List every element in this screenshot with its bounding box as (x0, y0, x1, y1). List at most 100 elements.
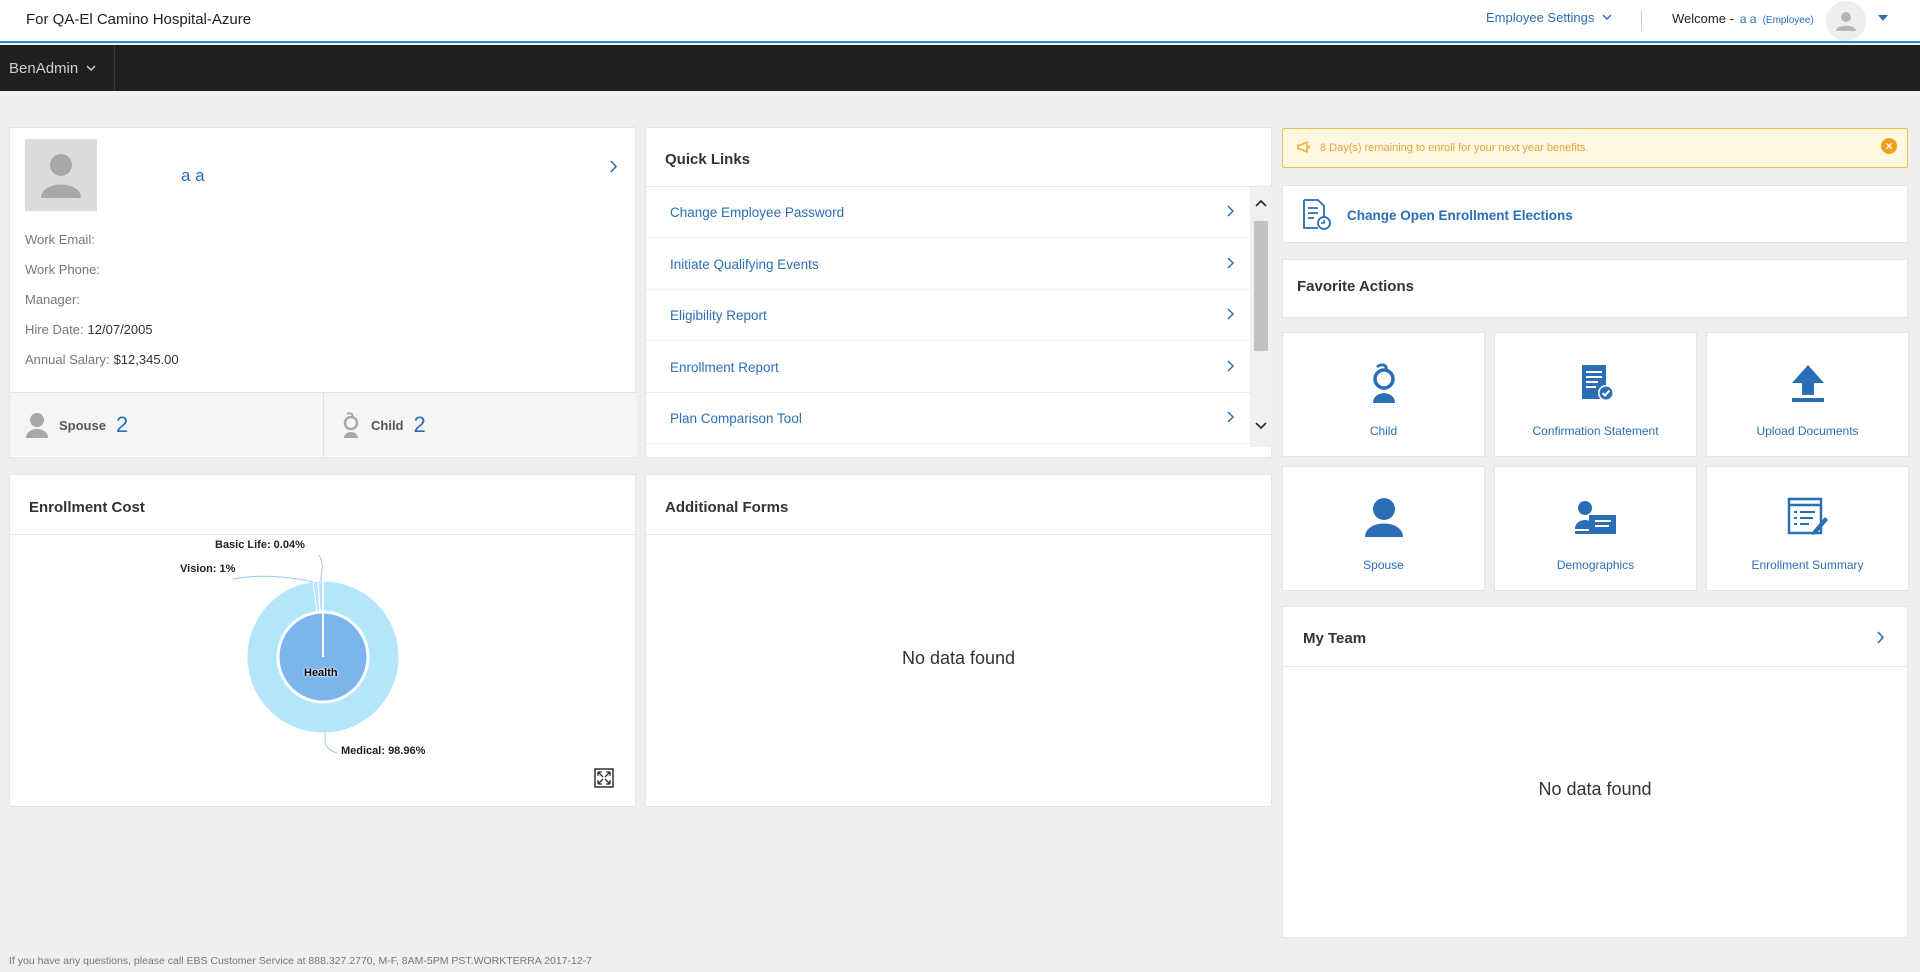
tile-label: Demographics (1556, 558, 1635, 572)
confirmation-statement-icon (1495, 363, 1696, 403)
no-data-message: No data found (901, 648, 1016, 668)
quick-link-item[interactable]: Enrollment Report (646, 342, 1250, 393)
person-icon (1836, 12, 1856, 31)
connector-medical (324, 732, 338, 754)
field-label: Annual Salary: (25, 352, 110, 367)
field-label: Work Email: (25, 232, 95, 247)
field-value: 12/07/2005 (87, 322, 153, 337)
welcome-label: Welcome - (1672, 11, 1734, 26)
divider (323, 393, 324, 457)
work-phone-field: Work Phone: (25, 262, 104, 277)
quick-link-item[interactable]: Initiate Qualifying Events (646, 239, 1250, 290)
profile-name: a a (181, 166, 205, 185)
fullscreen-icon[interactable] (594, 768, 614, 788)
enrollment-cost-header: Enrollment Cost (10, 475, 635, 535)
chart-label-health: Health (304, 667, 338, 679)
favorite-child-tile[interactable]: Child (1282, 332, 1485, 457)
quick-link-label: Change Employee Password (670, 204, 845, 220)
favorite-demographics-tile[interactable]: Demographics (1494, 466, 1697, 591)
chevron-right-icon (1227, 411, 1234, 423)
dependent-spouse[interactable]: Spouse 2 (25, 393, 128, 457)
welcome-text: Welcome - a a (Employee) (1672, 11, 1814, 26)
field-label: Work Phone: (25, 262, 100, 277)
my-team-title: My Team (1303, 630, 1367, 647)
favorite-spouse-tile[interactable]: Spouse (1282, 466, 1485, 591)
work-email-field: Work Email: (25, 232, 99, 247)
dependent-label: Spouse (59, 417, 106, 433)
benadmin-menu[interactable]: BenAdmin (0, 45, 115, 91)
additional-forms-card: Additional Forms No data found (645, 474, 1272, 807)
no-data-message: No data found (1538, 779, 1652, 799)
quick-link-label: Initiate Qualifying Events (670, 256, 819, 272)
chevron-right-icon (1227, 360, 1234, 372)
dependent-count: 2 (413, 412, 426, 437)
favorite-upload-documents-tile[interactable]: Upload Documents (1706, 332, 1909, 457)
enrollment-alert: 8 Day(s) remaining to enroll for your ne… (1282, 128, 1908, 168)
quick-links-scrollbar[interactable] (1250, 187, 1272, 447)
tile-label: Upload Documents (1756, 424, 1859, 438)
chevron-down-icon (86, 64, 96, 71)
user-role: (Employee) (1762, 15, 1814, 26)
quick-link-label: Enrollment Report (670, 359, 779, 375)
chevron-down-icon (1602, 14, 1612, 21)
favorite-confirmation-statement-tile[interactable]: Confirmation Statement (1494, 332, 1697, 457)
chevron-right-icon[interactable] (610, 160, 618, 173)
child-icon (1283, 363, 1484, 403)
field-value: $12,345.00 (113, 352, 179, 367)
spouse-icon (26, 413, 48, 438)
my-team-card: My Team No data found (1282, 606, 1908, 938)
divider (1641, 11, 1642, 31)
spouse-icon (1283, 497, 1484, 537)
quick-link-item[interactable]: Change Employee Password (646, 187, 1250, 238)
user-name: a a (1739, 12, 1757, 26)
open-enrollment-link[interactable]: Change Open Enrollment Elections (1347, 208, 1573, 223)
favorite-enrollment-summary-tile[interactable]: Enrollment Summary (1706, 466, 1909, 591)
employee-settings-menu[interactable]: Employee Settings (1486, 10, 1612, 25)
field-label: Manager: (25, 292, 80, 307)
enrollment-cost-title: Enrollment Cost (29, 499, 145, 516)
document-edit-icon (1303, 199, 1331, 230)
child-icon (343, 412, 359, 438)
footer-text: If you have any questions, please call E… (9, 955, 593, 967)
chart-label-medical: Medical: 98.96% (341, 745, 426, 757)
person-icon (41, 154, 81, 198)
quick-links-header: Quick Links (646, 128, 1271, 187)
employee-settings-label: Employee Settings (1486, 10, 1595, 25)
caret-down-icon[interactable] (1878, 15, 1888, 22)
chevron-right-icon (1227, 205, 1234, 217)
enrollment-cost-card: Enrollment Cost Basic Life: 0.04% Vision… (9, 474, 636, 807)
company-name: For QA-El Camino Hospital-Azure (26, 11, 252, 28)
tile-label: Enrollment Summary (1751, 558, 1864, 572)
connector-vision (232, 575, 314, 583)
my-team-header: My Team (1283, 607, 1907, 667)
quick-links-card: Quick Links Change Employee Password Ini… (645, 127, 1272, 458)
chart-label-basic-life: Basic Life: 0.04% (215, 539, 305, 551)
favorite-actions-header: Favorite Actions (1282, 259, 1908, 318)
chart-label-vision: Vision: 1% (180, 563, 236, 575)
annual-salary-field: Annual Salary: $12,345.00 (25, 352, 179, 367)
quick-link-item[interactable]: Eligibility Report (646, 290, 1250, 341)
close-icon[interactable]: × (1881, 138, 1897, 154)
profile-avatar (25, 139, 97, 211)
dependent-child[interactable]: Child 2 (341, 393, 426, 457)
field-label: Hire Date: (25, 322, 84, 337)
open-enrollment-card[interactable]: Change Open Enrollment Elections (1282, 185, 1908, 243)
top-bar: For QA-El Camino Hospital-Azure Employee… (0, 0, 1920, 43)
tile-label: Confirmation Statement (1532, 424, 1659, 438)
additional-forms-header: Additional Forms (646, 475, 1271, 535)
demographics-icon (1495, 497, 1696, 537)
connector-basic-life (318, 554, 323, 582)
additional-forms-title: Additional Forms (665, 499, 789, 516)
hire-date-field: Hire Date: 12/07/2005 (25, 322, 153, 337)
user-avatar[interactable] (1826, 1, 1866, 41)
scroll-down-icon[interactable] (1255, 422, 1267, 430)
chevron-right-icon (1227, 308, 1234, 320)
scroll-up-icon[interactable] (1255, 199, 1267, 207)
profile-card: a a Work Email: Work Phone: Manager: Hir… (9, 127, 637, 458)
quick-link-item[interactable]: Plan Comparison Tool (646, 393, 1250, 444)
chevron-right-icon[interactable] (1877, 631, 1885, 644)
alert-text: 8 Day(s) remaining to enroll for your ne… (1320, 142, 1589, 154)
chevron-right-icon (1227, 257, 1234, 269)
scrollbar-thumb[interactable] (1254, 221, 1268, 351)
nav-bar: BenAdmin (0, 45, 1920, 91)
